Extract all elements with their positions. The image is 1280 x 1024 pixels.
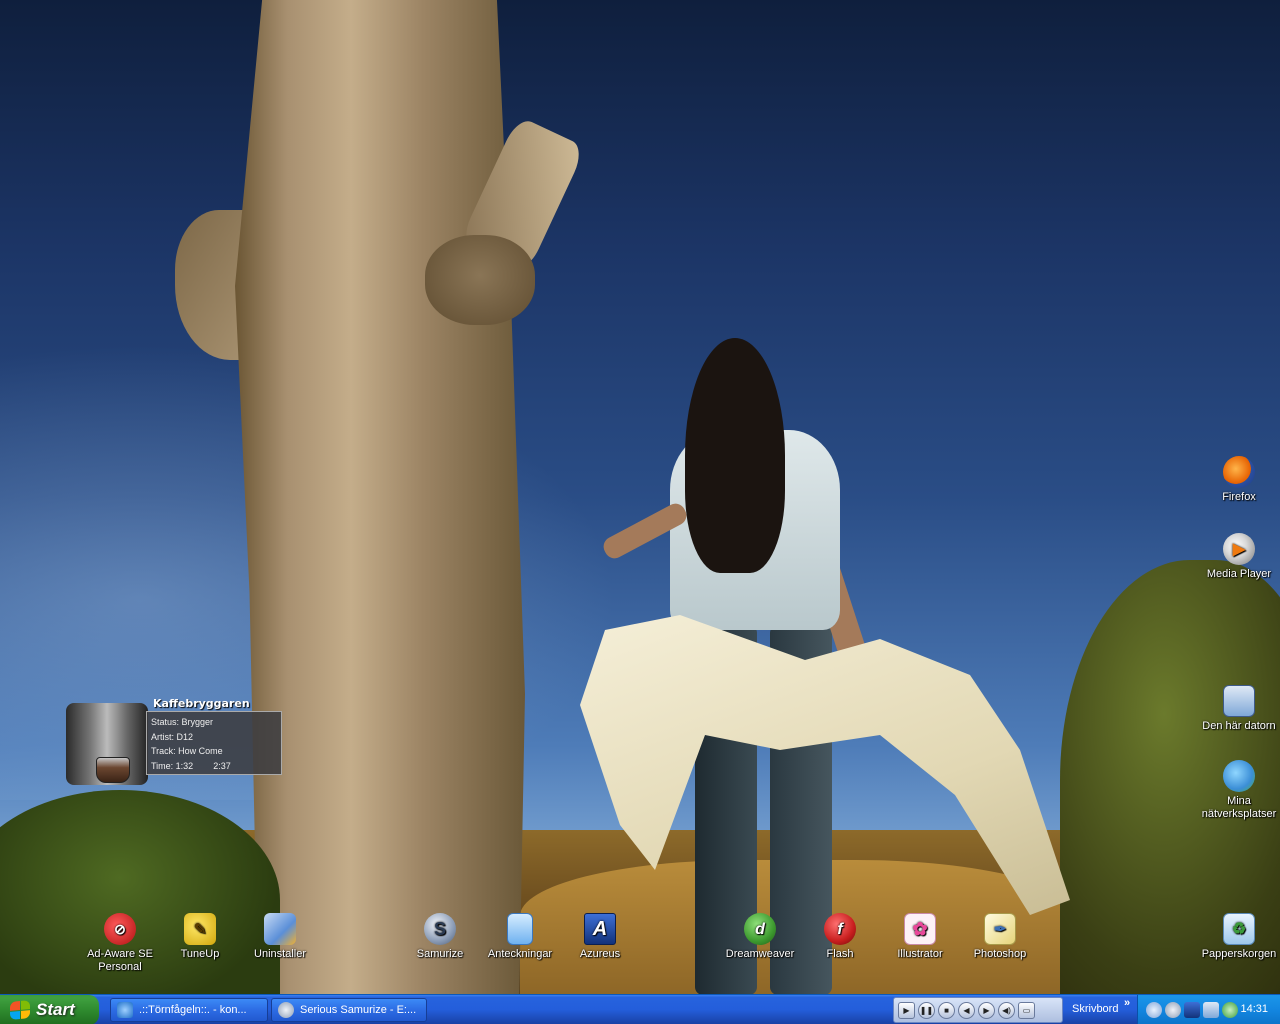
dreamweaver-icon: d bbox=[744, 913, 776, 945]
wallpaper-tree-trunk bbox=[235, 0, 525, 994]
desktop-icon-uninstaller[interactable]: Uninstaller bbox=[240, 913, 320, 961]
desktop-icon-samurize[interactable]: S Samurize bbox=[400, 913, 480, 961]
desktop-icon-ad-aware[interactable]: ⊘ Ad-Aware SE Personal bbox=[80, 913, 160, 974]
recycle-bin-icon: ♻ bbox=[1223, 913, 1255, 945]
ie-icon bbox=[117, 1002, 133, 1018]
wallpaper-figure-hair bbox=[685, 338, 785, 573]
desktop-icon-label: Papperskorgen bbox=[1201, 948, 1277, 960]
restore-player-icon[interactable]: ▭ bbox=[1018, 1001, 1035, 1019]
widget-artist: Artist: D12 bbox=[151, 731, 194, 742]
desktop-icon-label: Dreamweaver bbox=[725, 948, 795, 960]
network-places-icon bbox=[1223, 760, 1255, 792]
taskbar-button-browser[interactable]: .::Törnfågeln::. - kon... bbox=[110, 998, 268, 1022]
desktop-icon-flash[interactable]: f Flash bbox=[800, 913, 880, 961]
widget-time-elapsed: Time: 1:32 bbox=[151, 760, 194, 771]
next-icon[interactable]: ▶ bbox=[978, 1001, 995, 1019]
media-player-logo-icon[interactable]: ▶ bbox=[898, 1001, 915, 1019]
desktop-icon-recycle-bin[interactable]: ♻ Papperskorgen bbox=[1199, 913, 1279, 961]
widget-title: Kaffebryggaren bbox=[153, 697, 250, 710]
media-player-toolbar: ▶ ❚❚ ■ ◀ ▶ ◀) ▭ bbox=[893, 997, 1063, 1023]
system-tray: 14:31 bbox=[1137, 995, 1280, 1024]
taskbar: Start .::Törnfågeln::. - kon... Serious … bbox=[0, 994, 1280, 1024]
flash-icon: f bbox=[824, 913, 856, 945]
desktop-icon-label: Den här datorn bbox=[1202, 720, 1276, 732]
coffee-maker-icon bbox=[66, 703, 148, 785]
widget-status: Status: Brygger bbox=[151, 717, 214, 727]
azureus-icon: A bbox=[584, 913, 616, 945]
desktop-icon-photoshop[interactable]: ✒ Photoshop bbox=[960, 913, 1040, 961]
desktop-toolbar-label[interactable]: Skrivbord bbox=[1072, 1003, 1118, 1015]
desktop-icon-tuneup[interactable]: ✎ TuneUp bbox=[160, 913, 240, 961]
illustrator-icon: ✿ bbox=[904, 913, 936, 945]
previous-icon[interactable]: ◀ bbox=[958, 1001, 975, 1019]
wallpaper-tree-knot bbox=[425, 235, 535, 325]
ad-aware-icon: ⊘ bbox=[104, 913, 136, 945]
taskbar-button-label: .::Törnfågeln::. - kon... bbox=[139, 1004, 247, 1016]
pause-icon[interactable]: ❚❚ bbox=[918, 1001, 935, 1019]
samurize-tray-icon[interactable] bbox=[1165, 1002, 1181, 1018]
samurize-icon bbox=[278, 1002, 294, 1018]
volume-icon[interactable]: ◀) bbox=[998, 1001, 1015, 1019]
tray-show-hidden-icon[interactable] bbox=[1146, 1002, 1162, 1018]
stop-icon[interactable]: ■ bbox=[938, 1001, 955, 1019]
desktop-icon-label: Ad-Aware SE Personal bbox=[87, 948, 153, 973]
start-label: Start bbox=[36, 1000, 75, 1019]
network-tray-icon[interactable] bbox=[1203, 1002, 1219, 1018]
desktop-icon-my-computer[interactable]: Den här datorn bbox=[1199, 685, 1279, 733]
desktop-icon-label: TuneUp bbox=[180, 948, 220, 960]
computer-icon bbox=[1223, 685, 1255, 717]
desktop-icon-label: Firefox bbox=[1222, 491, 1256, 503]
desktop-icon-label: Uninstaller bbox=[254, 948, 306, 960]
desktop-icon-label: Illustrator bbox=[897, 948, 943, 960]
coffee-pot-icon bbox=[96, 757, 130, 783]
toolbar-chevron-icon[interactable]: » bbox=[1124, 997, 1130, 1009]
widget-time-row: Time: 1:32 2:37 bbox=[151, 759, 277, 774]
widget-time-total: 2:37 bbox=[213, 760, 231, 771]
tuneup-icon: ✎ bbox=[184, 913, 216, 945]
notepad-icon bbox=[507, 913, 533, 945]
widget-info-panel: Status: Brygger Artist: D12 Track: How C… bbox=[146, 711, 282, 775]
azureus-tray-icon[interactable] bbox=[1184, 1002, 1200, 1018]
desktop-wallpaper bbox=[0, 0, 1280, 994]
desktop-icon-label: Photoshop bbox=[973, 948, 1027, 960]
firefox-icon bbox=[1223, 456, 1255, 488]
samurize-icon: S bbox=[424, 913, 456, 945]
desktop-icon-label: Samurize bbox=[416, 948, 464, 960]
desktop-icon-firefox[interactable]: Firefox bbox=[1199, 456, 1279, 504]
desktop-icon-label: Anteckningar bbox=[487, 948, 553, 960]
desktop-icon-network-places[interactable]: Mina nätverksplatser bbox=[1199, 760, 1279, 821]
desktop-icon-azureus[interactable]: A Azureus bbox=[560, 913, 640, 961]
desktop-icon-illustrator[interactable]: ✿ Illustrator bbox=[880, 913, 960, 961]
taskbar-button-samurize[interactable]: Serious Samurize - E:... bbox=[271, 998, 427, 1022]
messenger-tray-icon[interactable] bbox=[1222, 1002, 1238, 1018]
taskbar-button-label: Serious Samurize - E:... bbox=[300, 1004, 417, 1016]
desktop-icon-label: Azureus bbox=[579, 948, 621, 960]
desktop-icon-dreamweaver[interactable]: d Dreamweaver bbox=[720, 913, 800, 961]
media-player-icon: ▶ bbox=[1223, 533, 1255, 565]
windows-logo-icon bbox=[10, 1000, 30, 1020]
start-button[interactable]: Start bbox=[0, 995, 99, 1024]
clock[interactable]: 14:31 bbox=[1240, 1003, 1268, 1015]
desktop-icon-label: Flash bbox=[826, 948, 854, 960]
desktop-icon-notepad[interactable]: Anteckningar bbox=[480, 913, 560, 961]
uninstaller-icon bbox=[264, 913, 296, 945]
photoshop-icon: ✒ bbox=[984, 913, 1016, 945]
desktop-icon-label: Media Player bbox=[1206, 568, 1272, 580]
samurize-coffee-widget: Kaffebryggaren Status: Brygger Artist: D… bbox=[66, 697, 286, 787]
desktop-icon-label: Mina nätverksplatser bbox=[1201, 795, 1277, 820]
desktop-icon-media-player[interactable]: ▶ Media Player bbox=[1199, 533, 1279, 581]
widget-track: Track: How Come bbox=[151, 746, 223, 756]
